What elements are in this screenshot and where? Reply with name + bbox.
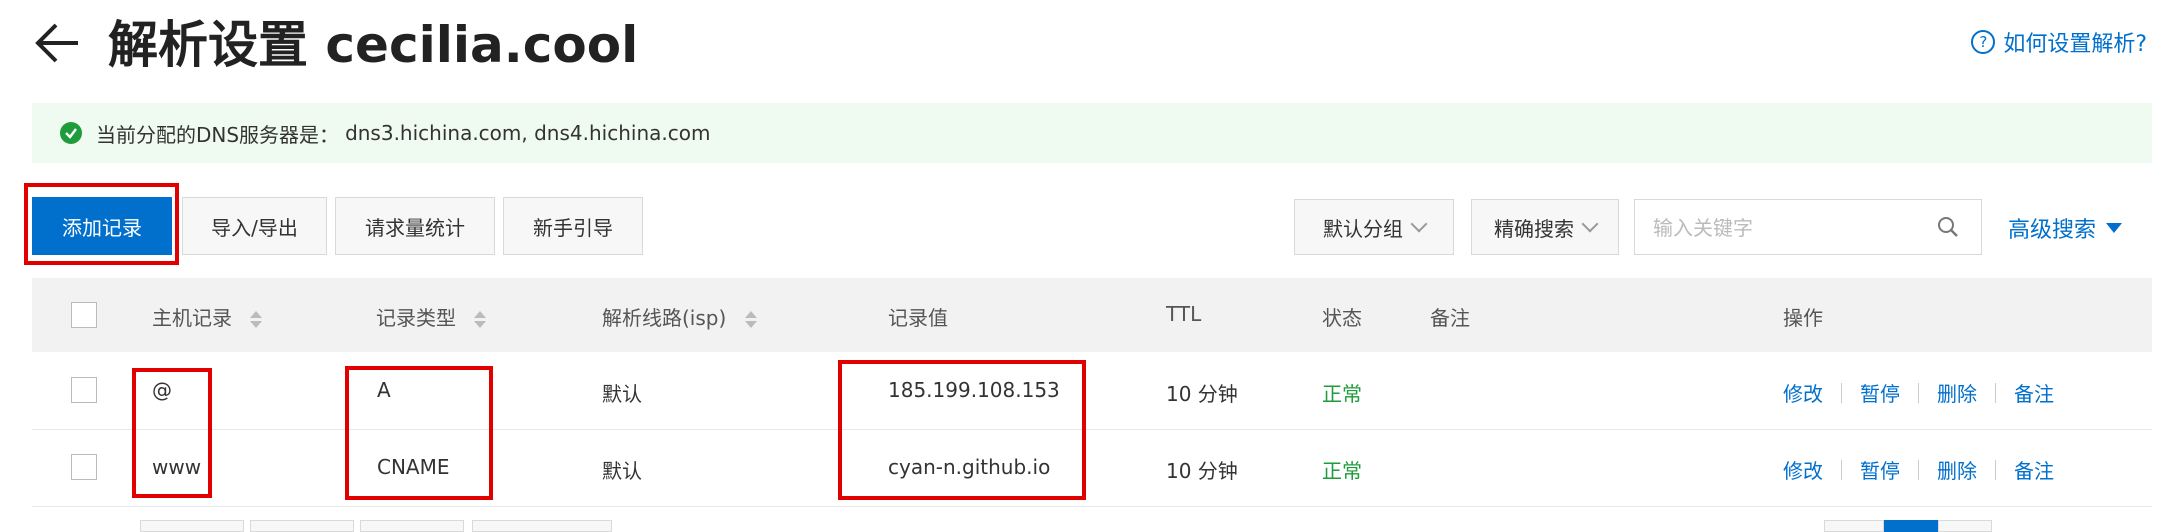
remark-link[interactable]: 备注 [2014, 378, 2054, 407]
line-cell: 默认 [602, 382, 642, 406]
check-circle-icon [60, 122, 82, 144]
row-checkbox[interactable] [71, 454, 97, 480]
dns-server-list: dns3.hichina.com, dns4.hichina.com [345, 121, 711, 145]
advanced-search-label: 高级搜索 [2008, 218, 2097, 243]
status-cell: 正常 [1322, 459, 1362, 483]
pause-link[interactable]: 暂停 [1860, 378, 1900, 407]
group-select[interactable]: 默认分组 [1294, 199, 1454, 255]
bottom-button[interactable] [360, 520, 464, 532]
ttl-cell: 10 分钟 [1166, 459, 1238, 483]
sort-icon[interactable] [744, 311, 757, 328]
edit-link[interactable]: 修改 [1783, 378, 1823, 407]
select-all-checkbox[interactable] [71, 302, 97, 328]
column-actions: 操作 [1783, 306, 1823, 330]
guide-button[interactable]: 新手引导 [503, 197, 643, 255]
host-cell: @ [152, 378, 172, 402]
page-title: 解析设置 cecilia.cool [108, 16, 639, 74]
dns-notice-label: 当前分配的DNS服务器是： [96, 122, 340, 147]
column-value: 记录值 [888, 306, 948, 330]
table-row: @ A 默认 185.199.108.153 10 分钟 正常 修改 暂停 删除… [32, 353, 2152, 430]
divider [1841, 382, 1842, 403]
table-header: 主机记录 记录类型 解析线路(isp) 记录值 TTL 状态 备注 操作 [32, 278, 2152, 352]
column-line-label: 解析线路(isp) [602, 306, 727, 330]
sort-icon[interactable] [474, 311, 487, 328]
keyword-search [1634, 199, 1982, 256]
column-host[interactable]: 主机记录 [152, 302, 263, 331]
sort-icon[interactable] [250, 311, 263, 328]
type-cell: A [377, 378, 391, 402]
delete-link[interactable]: 删除 [1937, 378, 1977, 407]
edit-link[interactable]: 修改 [1783, 455, 1823, 484]
back-arrow-icon[interactable] [32, 18, 82, 68]
column-status: 状态 [1322, 306, 1362, 330]
search-icon[interactable] [1937, 216, 1959, 238]
column-type[interactable]: 记录类型 [376, 302, 487, 331]
bottom-button[interactable] [250, 520, 354, 532]
divider [1995, 382, 1996, 403]
divider [1995, 459, 1996, 480]
column-line[interactable]: 解析线路(isp) [602, 302, 757, 331]
search-mode-select[interactable]: 精确搜索 [1471, 199, 1619, 255]
ttl-cell: 10 分钟 [1166, 382, 1238, 406]
row-checkbox[interactable] [71, 377, 97, 403]
import-export-button[interactable]: 导入/导出 [182, 197, 327, 255]
question-circle-icon: ? [1971, 30, 1996, 54]
divider [1841, 459, 1842, 480]
chevron-down-icon [1410, 215, 1428, 233]
row-actions: 修改 暂停 删除 备注 [1783, 455, 2054, 484]
column-remark: 备注 [1430, 306, 1470, 330]
bottom-button[interactable] [472, 520, 612, 532]
pagination-button[interactable] [1938, 520, 1992, 532]
pagination-current[interactable] [1884, 520, 1938, 532]
divider [1918, 382, 1919, 403]
add-record-button[interactable]: 添加记录 [32, 197, 172, 255]
search-input[interactable] [1651, 200, 1915, 256]
caret-down-icon [2106, 223, 2123, 233]
divider [1918, 459, 1919, 480]
table-row: www CNAME 默认 cyan-n.github.io 10 分钟 正常 修… [32, 430, 2152, 507]
line-cell: 默认 [602, 459, 642, 483]
advanced-search-toggle[interactable]: 高级搜索 [2008, 212, 2123, 244]
search-mode-value: 精确搜索 [1494, 216, 1574, 241]
value-cell: 185.199.108.153 [888, 378, 1060, 402]
dns-server-notice: 当前分配的DNS服务器是： dns3.hichina.com, dns4.hic… [32, 103, 2152, 163]
host-cell: www [152, 455, 202, 479]
remark-link[interactable]: 备注 [2014, 455, 2054, 484]
type-cell: CNAME [377, 455, 450, 479]
pause-link[interactable]: 暂停 [1860, 455, 1900, 484]
column-type-label: 记录类型 [376, 306, 456, 330]
request-stats-button[interactable]: 请求量统计 [335, 197, 495, 255]
help-link[interactable]: ? 如何设置解析? [1971, 26, 2147, 58]
help-link-label: 如何设置解析? [2003, 32, 2147, 57]
status-cell: 正常 [1322, 382, 1362, 406]
row-actions: 修改 暂停 删除 备注 [1783, 378, 2054, 407]
value-cell: cyan-n.github.io [888, 455, 1051, 479]
delete-link[interactable]: 删除 [1937, 455, 1977, 484]
bottom-button[interactable] [140, 520, 244, 532]
column-host-label: 主机记录 [152, 306, 232, 330]
column-ttl: TTL [1166, 302, 1202, 326]
chevron-down-icon [1581, 215, 1599, 233]
group-select-value: 默认分组 [1323, 216, 1403, 241]
pagination-button[interactable] [1824, 520, 1884, 532]
